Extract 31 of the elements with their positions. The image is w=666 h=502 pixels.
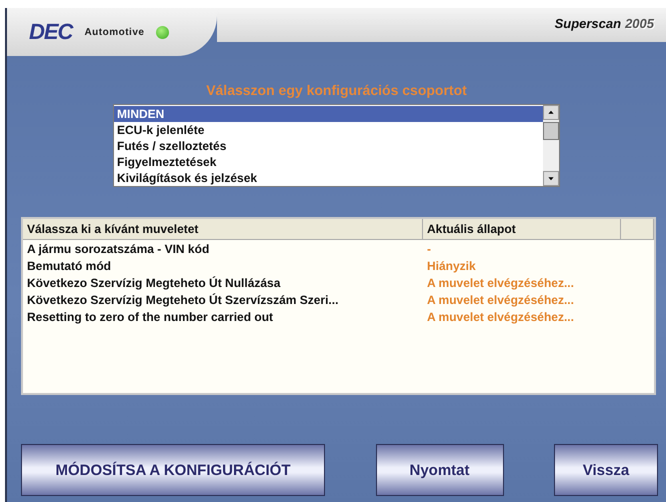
- scroll-thumb[interactable]: [543, 122, 559, 140]
- group-listbox[interactable]: MINDEN ECU-k jelenléte Futés / szelloztetés Figyelmeztetések Kivilágítások és jelzések: [113, 104, 560, 187]
- status-light-icon: [156, 26, 170, 38]
- table-cell[interactable]: Következo Szervízig Megteheto Út Nullázása: [23, 274, 423, 291]
- column-header: Válassza ki a kívánt muveletet: [23, 219, 423, 239]
- table-cell[interactable]: Resetting to zero of the number carried out: [23, 308, 423, 325]
- brand-name: Automotive: [84, 26, 144, 38]
- table-cell[interactable]: Következo Szervízig Megteheto Út Szervízszám Szeri...: [23, 291, 423, 308]
- list-item[interactable]: Figyelmeztetések: [114, 154, 543, 170]
- table-cell-text: -: [426, 241, 432, 257]
- scroll-up-icon[interactable]: [543, 105, 559, 120]
- scrollbar[interactable]: [543, 105, 559, 186]
- table-cell-text: A muvelet elvégzéséhez...: [426, 275, 575, 291]
- list-item[interactable]: Futés / szelloztetés: [114, 138, 543, 154]
- table-cell[interactable]: Bemutató mód: [23, 257, 423, 274]
- product-name: Superscan: [554, 16, 622, 31]
- action-button[interactable]: Nyomtat: [376, 444, 504, 496]
- list-item[interactable]: MINDEN: [114, 106, 543, 122]
- table-cell-text: A muvelet elvégzéséhez...: [426, 292, 575, 308]
- list-item[interactable]: ECU-k jelenléte: [114, 122, 543, 138]
- column-header: Aktuális állapot: [423, 219, 621, 239]
- list-item[interactable]: Kivilágítások és jelzések: [114, 170, 543, 186]
- logo: DEC: [29, 19, 72, 45]
- table-cell[interactable]: A jármu sorozatszáma - VIN kód: [23, 240, 423, 257]
- product-year: 2005: [625, 16, 654, 31]
- table-cell-text: Hiányzik: [426, 258, 477, 274]
- action-button[interactable]: Vissza: [554, 444, 658, 496]
- prompt-heading: Válasszon egy konfigurációs csoportot: [205, 82, 468, 98]
- action-button[interactable]: MÓDOSÍTSA A KONFIGURÁCIÓT: [21, 444, 325, 496]
- table-cell-text: A muvelet elvégzéséhez...: [426, 309, 575, 325]
- scroll-down-icon[interactable]: [543, 171, 559, 186]
